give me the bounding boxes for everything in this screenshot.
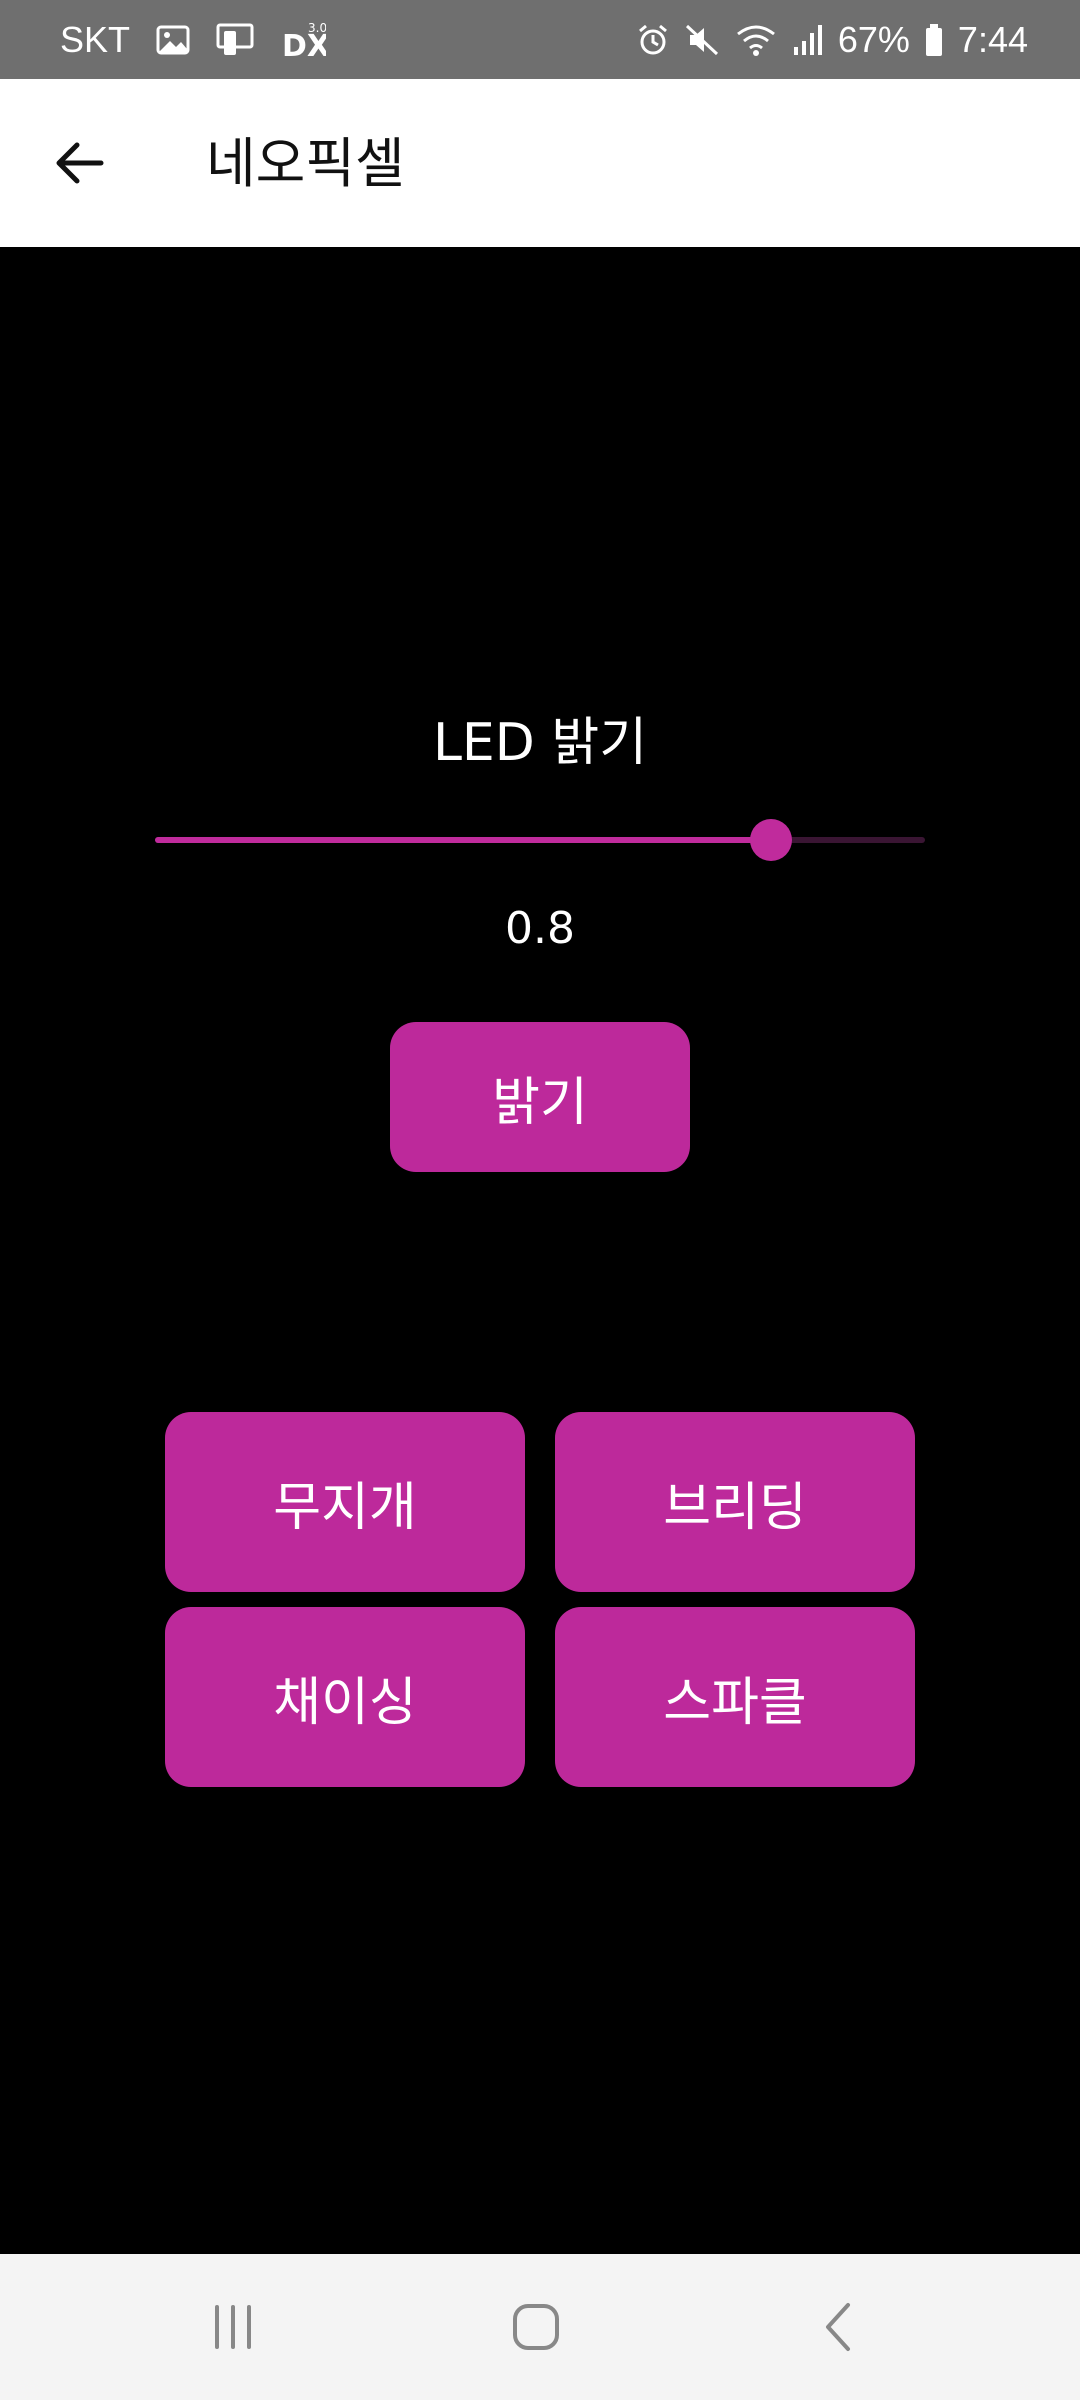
wifi-icon [734,22,778,58]
sparkle-button[interactable]: 스파클 [555,1607,915,1787]
slider-fill [155,837,771,843]
rainbow-button[interactable]: 무지개 [165,1412,525,1592]
battery-icon [924,23,944,57]
status-right: 67% 7:44 [636,0,1028,79]
slider-thumb[interactable] [750,819,792,861]
back-icon [826,2303,850,2351]
svg-text:3.0: 3.0 [308,21,326,35]
breathing-button[interactable]: 브리딩 [555,1412,915,1592]
system-nav-bar [0,2254,1080,2400]
dex-3.0-icon: DX 3.0 [280,20,326,60]
nav-back-button[interactable] [790,2277,890,2377]
brightness-value: 0.8 [505,903,575,954]
home-icon [513,2304,559,2350]
arrow-left-icon [56,142,104,184]
chasing-button[interactable]: 채이싱 [165,1607,525,1787]
sparkle-button-label: 스파클 [663,1672,807,1733]
clock: 7:44 [957,18,1028,60]
recent-apps-icon [215,2305,251,2349]
battery-percent: 67% [837,18,910,60]
carrier-label: SKT [60,18,131,60]
screen-mirror-icon [216,23,254,57]
gallery-icon [156,25,190,55]
main-content: LED 밝기 0.8 밝기 무지개 브리딩 채이싱 스파클 [0,247,1080,2254]
rainbow-button-label: 무지개 [273,1477,417,1538]
brightness-label: LED 밝기 [432,713,648,773]
recent-apps-button[interactable] [183,2277,283,2377]
app-bar: 네오픽셀 [0,79,1080,247]
brightness-button[interactable]: 밝기 [390,1022,690,1172]
chasing-button-label: 채이싱 [273,1672,417,1733]
page-title: 네오픽셀 [206,132,405,195]
status-left: SKT DX 3.0 [60,0,326,79]
brightness-button-label: 밝기 [492,1072,588,1133]
breathing-button-label: 브리딩 [663,1477,807,1538]
alarm-icon [636,23,670,57]
signal-icon [792,23,824,57]
brightness-slider[interactable] [155,810,925,870]
status-bar: SKT DX 3.0 67% 7:44 [0,0,1080,79]
mute-icon [684,23,720,57]
back-button[interactable] [40,124,118,202]
home-button[interactable] [486,2277,586,2377]
